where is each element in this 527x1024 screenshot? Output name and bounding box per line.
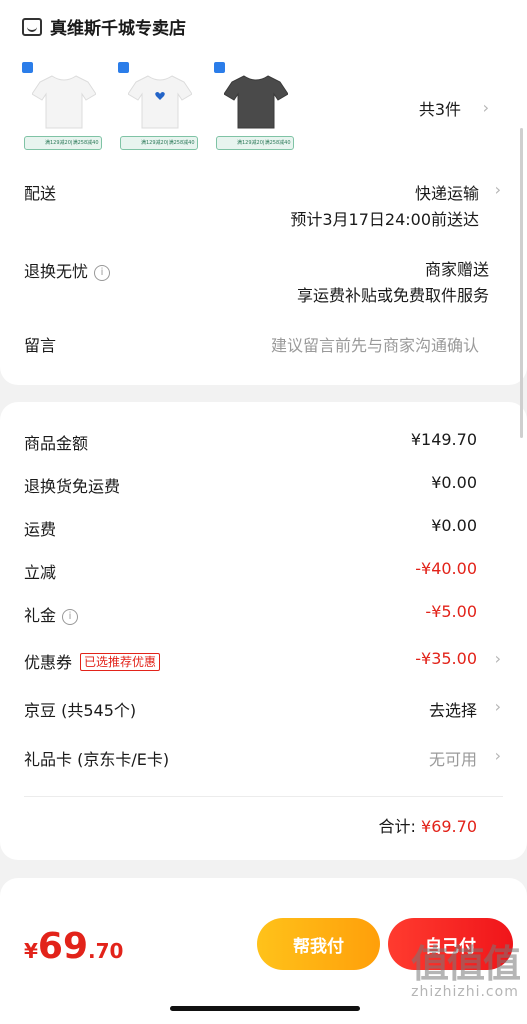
chevron-right-icon[interactable]: › <box>495 697 501 716</box>
gift-label: 礼金 <box>24 606 57 625</box>
discount-label: 立减 <box>24 563 57 582</box>
chevron-right-icon[interactable]: › <box>495 180 501 199</box>
product-thumbnails[interactable]: 满129减20|满258减40 满129减20|满258减40 满129减20|… <box>22 62 294 152</box>
divider <box>24 796 503 797</box>
coupon-row[interactable]: 优惠券 已选推荐优惠 <box>24 649 161 673</box>
promo-strip: 满129减20|满258减40 <box>120 136 198 150</box>
watermark: 值值值 zhizhizhi.com <box>410 942 521 1000</box>
shop-icon <box>22 17 42 36</box>
jingdou-value[interactable]: 去选择 <box>429 697 477 721</box>
promo-strip: 满129减20|满258减40 <box>216 136 294 150</box>
badge-icon <box>214 62 225 73</box>
coupon-label: 优惠券 <box>24 653 73 672</box>
returns-label: 退换无忧 <box>24 262 89 281</box>
jingdou-label: 京豆 (共545个) <box>24 701 137 720</box>
giftcard-value[interactable]: 无可用 <box>429 746 477 770</box>
shipping-label: 运费 <box>24 520 57 539</box>
product-thumb[interactable]: 满129减20|满258减40 <box>118 62 198 152</box>
coupon-value[interactable]: -¥35.00 <box>415 649 477 668</box>
chevron-right-icon[interactable]: › <box>483 98 489 117</box>
pay-total: ¥69.70 <box>24 926 123 967</box>
promo-strip: 满129减20|满258减40 <box>24 136 102 150</box>
message-label: 留言 <box>24 336 57 355</box>
returns-value: 商家赠送 <box>424 260 489 279</box>
delivery-method[interactable]: 快递运输 <box>415 180 479 204</box>
item-count[interactable]: 共3件 <box>419 96 461 120</box>
store-name: 真维斯千城专卖店 <box>50 19 186 39</box>
scrollbar[interactable] <box>520 128 523 438</box>
chevron-right-icon[interactable]: › <box>495 746 501 765</box>
watermark-url: zhizhizhi.com <box>411 984 519 1000</box>
return-shipping-value: ¥0.00 <box>431 473 477 492</box>
chevron-right-icon[interactable]: › <box>495 649 501 668</box>
tshirt-dark-icon <box>224 75 288 129</box>
product-thumb[interactable]: 满129减20|满258减40 <box>22 62 102 152</box>
total-value: ¥69.70 <box>421 817 477 836</box>
help-pay-button[interactable]: 帮我付 <box>257 918 380 970</box>
returns-row[interactable]: 退换无忧 i <box>24 258 111 282</box>
info-icon[interactable]: i <box>94 265 111 281</box>
total-label: 合计: <box>378 817 416 836</box>
price-symbol: ¥ <box>24 939 38 963</box>
home-indicator[interactable] <box>170 1006 360 1011</box>
goods-amount-value: ¥149.70 <box>410 430 477 449</box>
return-shipping-label: 退换货免运费 <box>24 477 121 496</box>
summary-card <box>0 402 527 860</box>
store-header[interactable]: 真维斯千城专卖店 <box>22 14 186 39</box>
message-input[interactable]: 建议留言前先与商家沟通确认 <box>271 332 479 356</box>
badge-icon <box>22 62 33 73</box>
returns-desc: 享运费补贴或免费取件服务 <box>296 286 489 305</box>
badge-icon <box>118 62 129 73</box>
price-integer: 69 <box>37 926 89 967</box>
gift-row[interactable]: 礼金 i <box>24 602 79 626</box>
info-icon[interactable]: i <box>62 609 79 625</box>
delivery-label: 配送 <box>24 184 57 203</box>
tshirt-white-icon <box>32 75 96 129</box>
goods-amount-label: 商品金额 <box>24 434 89 453</box>
product-thumb[interactable]: 满129减20|满258减40 <box>214 62 294 152</box>
giftcard-label: 礼品卡 (京东卡/E卡) <box>24 750 170 769</box>
delivery-eta: 预计3月17日24:00前送达 <box>290 210 479 229</box>
total-row: 合计: ¥69.70 <box>379 813 477 837</box>
shipping-value: ¥0.00 <box>431 516 477 535</box>
discount-value: -¥40.00 <box>415 559 477 578</box>
gift-value: -¥5.00 <box>425 602 477 621</box>
coupon-tag: 已选推荐优惠 <box>80 653 161 671</box>
tshirt-heart-icon <box>128 75 192 129</box>
price-decimal: .70 <box>88 939 124 963</box>
watermark-logo: 值值值 <box>410 942 521 986</box>
